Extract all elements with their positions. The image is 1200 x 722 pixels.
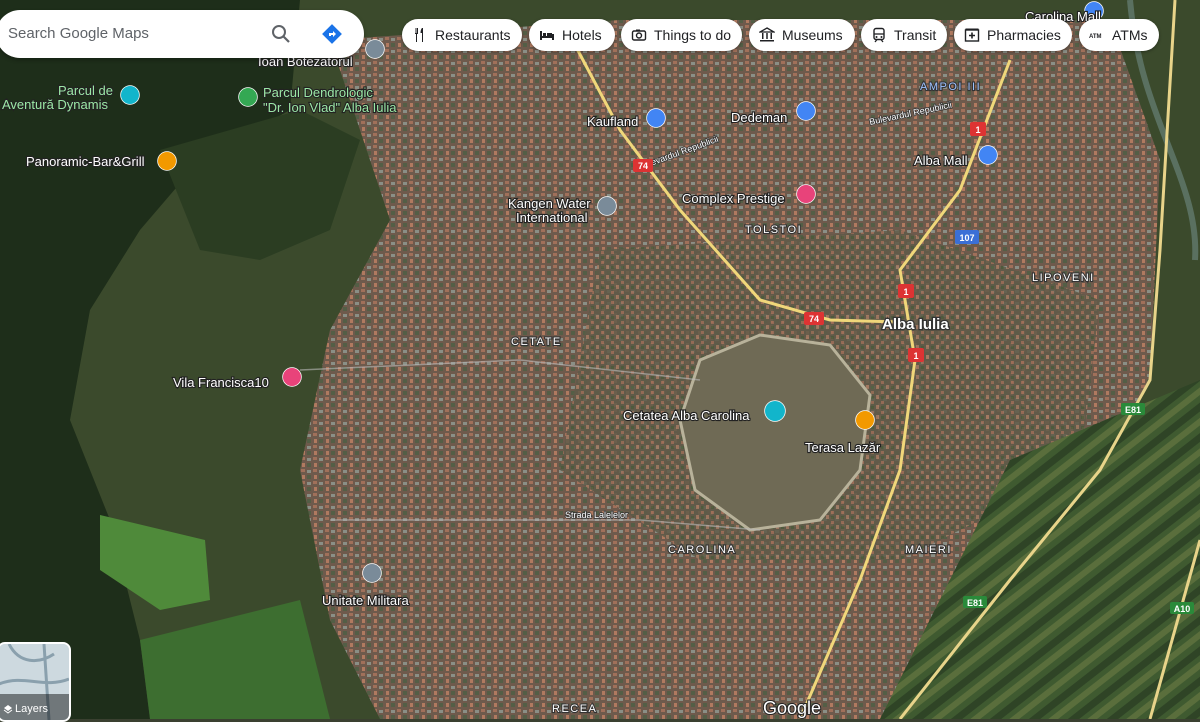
svg-text:74: 74 bbox=[638, 161, 648, 171]
place-label: Unitate Militara bbox=[322, 593, 409, 608]
svg-text:A10: A10 bbox=[1174, 604, 1191, 614]
district-recea: RECEA bbox=[552, 703, 597, 715]
district-maieri: MAIERI bbox=[905, 544, 952, 556]
district-tolstoi: TOLSTOI bbox=[745, 224, 802, 236]
search-icon[interactable] bbox=[270, 23, 292, 45]
chip-label: ATMs bbox=[1112, 27, 1148, 43]
satellite-map[interactable]: AMPOI III TOLSTOI LIPOVENI CETATE CAROLI… bbox=[0, 0, 1200, 719]
chip-museums[interactable]: Museums bbox=[749, 19, 855, 51]
chip-atms[interactable]: ATM ATMs bbox=[1079, 19, 1159, 51]
road-badge: 1 bbox=[908, 348, 924, 362]
camera-icon bbox=[631, 29, 647, 41]
layers-icon bbox=[3, 705, 13, 714]
svg-text:E81: E81 bbox=[967, 598, 983, 608]
road-badge: A10 bbox=[1170, 602, 1194, 614]
svg-text:E81: E81 bbox=[1125, 405, 1141, 415]
svg-text:1: 1 bbox=[903, 287, 908, 297]
place-label: Parcul Dendrologic bbox=[263, 85, 373, 100]
district-carolina: CAROLINA bbox=[668, 544, 736, 556]
road-badge: 1 bbox=[970, 122, 986, 136]
svg-text:107: 107 bbox=[959, 233, 974, 243]
layers-label: Layers bbox=[15, 703, 49, 715]
place-label: Kaufland bbox=[587, 114, 638, 129]
place-label: Aventură Dynamis bbox=[2, 97, 108, 112]
road-badge: 74 bbox=[633, 159, 653, 172]
chip-pharmacies[interactable]: Pharmacies bbox=[954, 19, 1072, 51]
place-label: Parcul de bbox=[58, 83, 113, 98]
museum-icon bbox=[759, 27, 775, 42]
place-label: Vila Francisca10 bbox=[173, 375, 269, 390]
place-label: Cetatea Alba Carolina bbox=[623, 408, 750, 423]
fork-knife-icon bbox=[415, 28, 423, 42]
place-label: Complex Prestige bbox=[682, 191, 785, 206]
svg-text:ATM: ATM bbox=[1089, 34, 1102, 40]
search-box[interactable]: Search Google Maps bbox=[0, 10, 364, 58]
district-lipoveni: LIPOVENI bbox=[1032, 272, 1095, 284]
chip-transit[interactable]: Transit bbox=[861, 19, 947, 51]
chip-label: Hotels bbox=[562, 27, 602, 43]
road-badge: 1 bbox=[898, 284, 914, 298]
chip-label: Restaurants bbox=[435, 27, 511, 43]
place-label: Dedeman bbox=[731, 110, 787, 125]
road-badge: E81 bbox=[1121, 403, 1145, 415]
district-cetate: CETATE bbox=[511, 336, 562, 348]
chip-restaurants[interactable]: Restaurants bbox=[402, 19, 522, 51]
road-badge: 107 bbox=[955, 230, 979, 244]
place-label: Alba Mall bbox=[914, 153, 968, 168]
svg-text:1: 1 bbox=[975, 125, 980, 135]
chip-things-to-do[interactable]: Things to do bbox=[621, 19, 742, 51]
bed-icon bbox=[540, 31, 554, 40]
layers-button[interactable]: Layers bbox=[0, 642, 71, 722]
street-label: Strada Lalelelor bbox=[565, 510, 628, 520]
place-label: Kangen Water bbox=[508, 196, 591, 211]
road-badge: 74 bbox=[804, 312, 824, 325]
pharmacy-icon bbox=[964, 28, 980, 42]
district-ampoi: AMPOI III bbox=[920, 81, 981, 93]
chip-label: Transit bbox=[894, 27, 937, 43]
chip-hotels[interactable]: Hotels bbox=[529, 19, 615, 51]
google-logo: Google bbox=[763, 698, 821, 718]
chip-label: Pharmacies bbox=[987, 27, 1061, 43]
chip-label: Things to do bbox=[654, 27, 732, 43]
atm-icon: ATM bbox=[1089, 34, 1102, 40]
search-input[interactable]: Search Google Maps bbox=[8, 25, 149, 42]
city-label: Alba Iulia bbox=[882, 316, 949, 333]
svg-text:74: 74 bbox=[809, 314, 819, 324]
chip-label: Museums bbox=[782, 27, 843, 43]
road-badge: E81 bbox=[963, 596, 987, 608]
train-icon bbox=[873, 27, 885, 43]
place-label: Panoramic-Bar&Grill bbox=[26, 154, 145, 169]
svg-text:1: 1 bbox=[913, 351, 918, 361]
place-label: International bbox=[516, 210, 588, 225]
place-label: "Dr. Ion Vlad" Alba Iulia bbox=[263, 100, 397, 115]
place-label: Terasa Lazăr bbox=[805, 440, 881, 455]
directions-icon[interactable] bbox=[321, 23, 343, 45]
